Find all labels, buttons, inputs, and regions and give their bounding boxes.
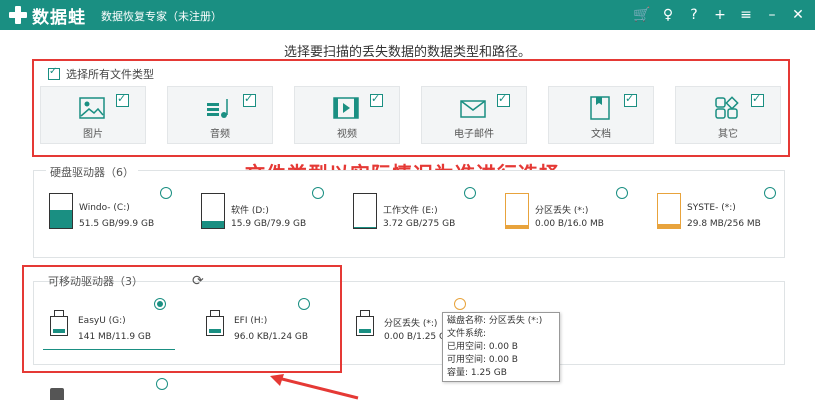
hard-drive-radio[interactable] — [160, 187, 172, 199]
select-all-checkbox[interactable] — [48, 66, 60, 80]
drive-size: 29.8 MB/256 MB — [687, 219, 761, 229]
usb-drive-icon — [50, 310, 68, 336]
removable-drive-radio[interactable] — [454, 298, 466, 310]
plus-icon[interactable]: + — [709, 4, 731, 26]
document-icon — [590, 96, 610, 120]
drive-size: 0.00 B/16.0 MB — [535, 219, 604, 229]
disk-usage-fill — [658, 223, 680, 228]
hard-drive-radio[interactable] — [312, 187, 324, 199]
drive-tooltip: 磁盘名称: 分区丢失 (*:) 文件系统: 已用空间: 0.00 B 可用空间: 0.… — [442, 312, 560, 382]
file-type-label: 文档 — [591, 129, 611, 140]
hard-drive-radio[interactable] — [764, 187, 776, 199]
menu-icon[interactable]: ≡ — [735, 4, 757, 26]
tooltip-line: 已用空间: 0.00 B — [447, 342, 518, 352]
drive-size: 96.0 KB/1.24 GB — [234, 332, 309, 342]
window-subtitle: 数据恢复专家（未注册） — [101, 10, 222, 23]
file-type-label: 视频 — [337, 129, 357, 140]
file-type-checkbox[interactable] — [116, 92, 129, 107]
disk-icon — [353, 193, 377, 229]
file-type-checkbox[interactable] — [751, 92, 764, 107]
usb-drive-icon — [206, 310, 224, 336]
file-type-checkbox[interactable] — [243, 92, 256, 107]
disk-usage-fill — [50, 210, 72, 228]
help-icon[interactable]: ? — [683, 4, 705, 26]
audio-icon — [207, 99, 228, 118]
email-icon — [460, 100, 486, 118]
selected-underline — [43, 349, 175, 350]
cart-icon[interactable]: 🛒 — [631, 4, 653, 26]
file-type-label: 电子邮件 — [454, 129, 494, 140]
disk-icon — [201, 193, 225, 229]
plus-logo-icon — [8, 5, 28, 25]
removable-drive-radio[interactable] — [298, 298, 310, 310]
removable-drive-item[interactable]: EFI (H:) 96.0 KB/1.24 GB — [206, 310, 336, 354]
brand-name: 数据蛙 — [32, 7, 86, 28]
file-type-label: 音频 — [210, 129, 230, 140]
file-type-card-6[interactable]: 其它 — [675, 86, 781, 144]
removable-drive-radio[interactable] — [154, 298, 166, 310]
hard-drive-title: 硬盘驱动器（6） — [46, 164, 138, 180]
file-type-card-4[interactable]: 电子邮件 — [421, 86, 527, 144]
annotation-arrow — [270, 374, 359, 400]
file-type-card-5[interactable]: 文档 — [548, 86, 654, 144]
tooltip-line: 磁盘名称: 分区丢失 (*:) — [447, 316, 543, 326]
drive-name: SYSTE- (*:) — [687, 203, 736, 213]
select-all-label: 选择所有文件类型 — [66, 68, 154, 81]
file-type-card-1[interactable]: 图片 — [40, 86, 146, 144]
title-bar: 数据蛙 数据恢复专家（未注册） 🛒 ♀? + ≡ – ✕ — [0, 0, 815, 30]
tooltip-line: 可用空间: 0.00 B — [447, 355, 518, 365]
hard-drive-item[interactable]: SYSTE- (*:) 29.8 MB/256 MB — [657, 193, 787, 237]
drive-size: 15.9 GB/79.9 GB — [231, 219, 307, 229]
video-icon — [333, 97, 359, 119]
tooltip-line: 文件系统: — [447, 329, 487, 339]
scan-prompt: 选择要扫描的丢失数据的数据类型和路径。 — [283, 45, 531, 60]
window-controls: 🛒 ♀? + ≡ – ✕ — [631, 4, 809, 26]
image-icon — [79, 97, 105, 119]
file-type-checkbox[interactable] — [624, 92, 637, 107]
disk-icon — [49, 193, 73, 229]
drive-name: Windo- (C:) — [79, 203, 130, 213]
removable-drive-title: 可移动驱动器（3） — [48, 275, 143, 288]
drive-name: EFI (H:) — [234, 316, 268, 326]
drive-name: 分区丢失 (*:) — [384, 319, 438, 329]
drive-name: 工作文件 (E:) — [383, 206, 438, 216]
hard-drive-item[interactable]: 工作文件 (E:) 3.72 GB/275 GB — [353, 193, 483, 237]
drive-name: EasyU (G:) — [78, 316, 126, 326]
other-location-radio[interactable] — [156, 378, 168, 390]
drive-size: 3.72 GB/275 GB — [383, 219, 456, 229]
file-type-card-2[interactable]: 音频 — [167, 86, 273, 144]
file-type-card-3[interactable]: 视频 — [294, 86, 400, 144]
disk-usage-fill — [506, 225, 528, 228]
disk-icon — [657, 193, 681, 229]
file-type-label: 其它 — [718, 129, 738, 140]
hard-drive-item[interactable]: 软件 (D:) 15.9 GB/79.9 GB — [201, 193, 331, 237]
file-type-checkbox[interactable] — [497, 92, 510, 107]
close-icon[interactable]: ✕ — [787, 4, 809, 26]
hard-drive-item[interactable]: 分区丢失 (*:) 0.00 B/16.0 MB — [505, 193, 635, 237]
disk-usage-fill — [354, 226, 376, 228]
usb-drive-icon — [356, 310, 374, 336]
select-all-types[interactable]: 选择所有文件类型 — [48, 66, 154, 82]
other-icon — [715, 96, 739, 119]
drive-name: 软件 (D:) — [231, 206, 269, 216]
drive-name: 分区丢失 (*:) — [535, 206, 589, 216]
recycle-bin-icon — [50, 388, 64, 400]
hard-drive-item[interactable]: Windo- (C:) 51.5 GB/99.9 GB — [49, 193, 179, 237]
hard-drive-radio[interactable] — [616, 187, 628, 199]
drive-size: 51.5 GB/99.9 GB — [79, 219, 155, 229]
hard-drive-radio[interactable] — [464, 187, 476, 199]
disk-usage-fill — [202, 221, 224, 228]
app-logo: 数据蛙 — [8, 4, 86, 28]
file-type-checkbox[interactable] — [370, 92, 383, 107]
key-icon[interactable]: ♀ — [657, 4, 679, 26]
disk-icon — [505, 193, 529, 229]
tooltip-line: 容量: 1.25 GB — [447, 368, 507, 378]
drive-size: 141 MB/11.9 GB — [78, 332, 152, 342]
file-type-label: 图片 — [83, 129, 103, 140]
refresh-icon[interactable]: ⟳ — [192, 273, 204, 289]
minimize-icon[interactable]: – — [761, 4, 783, 26]
removable-drive-item[interactable]: EasyU (G:) 141 MB/11.9 GB — [50, 310, 180, 354]
